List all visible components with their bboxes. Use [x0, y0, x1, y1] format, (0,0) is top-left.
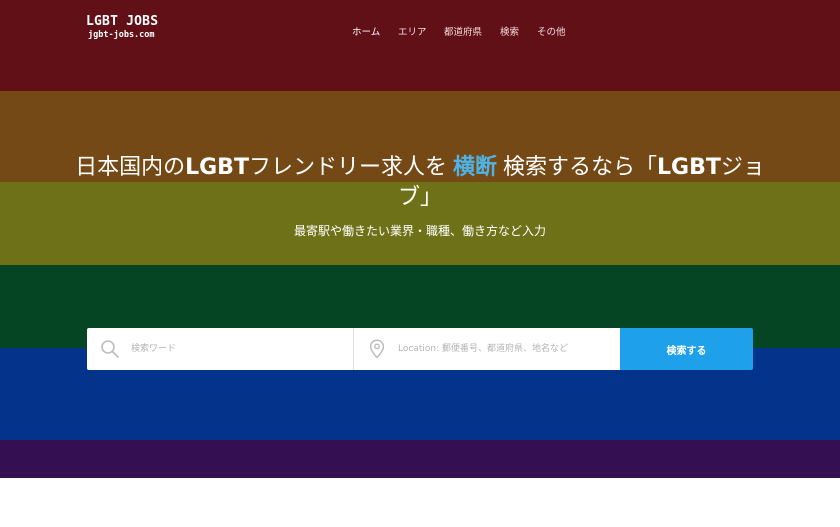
keyword-field	[87, 328, 354, 370]
search-button[interactable]: 検索する	[620, 328, 753, 370]
stripe-purple	[0, 440, 840, 478]
search-bar: 検索する	[87, 328, 753, 370]
hero-headline: 日本国内のLGBTフレンドリー求人を 横断 検索するなら「LGBTジョブ」	[70, 153, 770, 213]
headline-part3: 検索するなら「	[503, 155, 658, 180]
headline-lgbt-2: LGBT	[657, 155, 721, 180]
location-input[interactable]	[398, 329, 620, 369]
nav-search[interactable]: 検索	[500, 24, 537, 38]
headline-part1: 日本国内の	[75, 155, 186, 180]
nav-prefecture[interactable]: 都道府県	[444, 24, 500, 38]
location-field	[354, 328, 620, 370]
location-pin-icon	[366, 338, 388, 360]
search-icon	[99, 338, 121, 360]
content-area	[0, 478, 840, 527]
keyword-input[interactable]	[131, 329, 353, 369]
logo-title: LGBT JOBS	[86, 14, 159, 29]
nav-area[interactable]: エリア	[398, 24, 444, 38]
headline-lgbt-1: LGBT	[185, 155, 249, 180]
nav-other[interactable]: その他	[537, 24, 566, 38]
hero-section: LGBT JOBS jgbt-jobs.com ホーム エリア 都道府県 検索 …	[0, 0, 840, 478]
hero-subline: 最寄駅や働きたい業界・職種、働き方など入力	[293, 224, 546, 238]
site-logo[interactable]: LGBT JOBS jgbt-jobs.com	[86, 15, 158, 40]
main-nav: ホーム エリア 都道府県 検索 その他	[352, 24, 566, 38]
headline-accent: 横断	[452, 155, 497, 180]
logo-domain: jgbt-jobs.com	[88, 30, 155, 40]
headline-part2: フレンドリー求人を	[248, 155, 447, 180]
nav-home[interactable]: ホーム	[352, 24, 398, 38]
